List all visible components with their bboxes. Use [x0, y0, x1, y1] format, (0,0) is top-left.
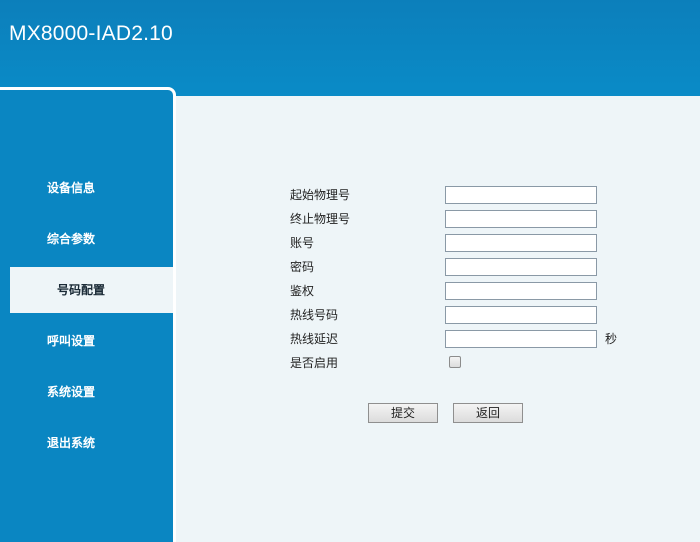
back-button[interactable]: 返回 — [453, 403, 523, 423]
submit-button[interactable]: 提交 — [368, 403, 438, 423]
sidebar-item-logout[interactable]: 退出系统 — [10, 420, 173, 466]
sidebar: 设备信息 综合参数 号码配置 呼叫设置 系统设置 退出系统 — [0, 87, 176, 542]
enable-label: 是否启用 — [290, 356, 339, 370]
sidebar-item-device-info[interactable]: 设备信息 — [10, 165, 173, 211]
account-input[interactable] — [445, 234, 597, 252]
end-physical-number-input[interactable] — [445, 210, 597, 228]
enable-checkbox[interactable] — [449, 356, 461, 368]
account-label: 账号 — [290, 236, 315, 250]
start-physical-number-label: 起始物理号 — [290, 188, 351, 202]
hotline-delay-input[interactable] — [445, 330, 597, 348]
sidebar-item-system-settings[interactable]: 系统设置 — [10, 369, 173, 415]
end-physical-number-label: 终止物理号 — [290, 212, 351, 226]
sidebar-item-general-params[interactable]: 综合参数 — [10, 216, 173, 262]
auth-input[interactable] — [445, 282, 597, 300]
sidebar-item-number-config[interactable]: 号码配置 — [10, 267, 173, 313]
seconds-unit-label: 秒 — [605, 332, 618, 346]
password-label: 密码 — [290, 260, 315, 274]
hotline-number-input[interactable] — [445, 306, 597, 324]
content-panel — [176, 96, 700, 542]
sidebar-item-call-settings[interactable]: 呼叫设置 — [10, 318, 173, 364]
start-physical-number-input[interactable] — [445, 186, 597, 204]
hotline-delay-label: 热线延迟 — [290, 332, 339, 346]
password-input[interactable] — [445, 258, 597, 276]
hotline-number-label: 热线号码 — [290, 308, 339, 322]
header-bar: MX8000-IAD2.10 — [0, 0, 700, 96]
app-title: MX8000-IAD2.10 — [9, 22, 173, 45]
auth-label: 鉴权 — [290, 284, 315, 298]
